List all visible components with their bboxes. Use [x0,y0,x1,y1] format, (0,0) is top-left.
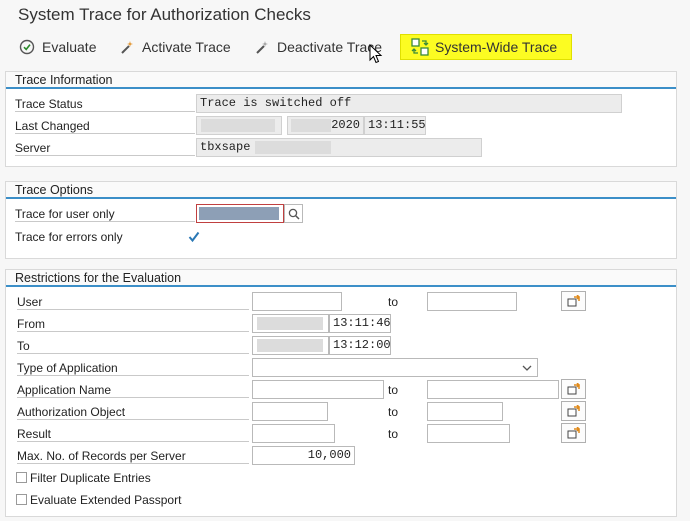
application-name-from-input[interactable] [252,380,384,399]
evaluate-label: Evaluate [42,39,97,55]
trace-options-header: Trace Options [6,182,676,199]
result-to-input[interactable] [427,424,510,443]
system-wide-trace-button[interactable]: System-Wide Trace [400,34,572,60]
redacted-text [199,207,279,220]
multiple-selection-button[interactable] [561,401,586,421]
last-changed-year: 2020 [331,118,360,132]
to-label: To [17,339,249,354]
max-records-label: Max. No. of Records per Server [17,449,249,464]
user-from-input[interactable] [252,292,342,311]
deactivate-trace-button[interactable]: Deactivate Trace [253,34,382,60]
search-icon [288,208,300,220]
application-name-to-label: to [388,383,399,397]
redacted-text [255,141,331,154]
trace-user-only-label: Trace for user only [15,207,195,222]
last-changed-date-field: 2020 [287,116,364,135]
activate-trace-button[interactable]: Activate Trace [118,34,231,60]
deactivate-trace-label: Deactivate Trace [277,39,383,55]
trace-information-group: Trace Information Trace Status Trace is … [5,71,677,167]
authorization-object-from-input[interactable] [252,402,328,421]
from-time-input[interactable]: 13:11:46 [329,314,391,333]
redacted-text [291,119,331,132]
system-trace-icon [411,38,429,56]
restrictions-group: Restrictions for the Evaluation User to … [5,269,677,517]
multiple-selection-button[interactable] [561,379,586,399]
redacted-text [257,339,323,352]
user-to-input[interactable] [427,292,517,311]
filter-duplicate-entries-checkbox[interactable] [16,472,27,483]
system-wide-trace-label: System-Wide Trace [435,39,558,55]
multiple-selection-icon [567,383,580,395]
restrictions-header: Restrictions for the Evaluation [6,270,676,287]
max-records-input[interactable]: 10,000 [252,446,355,465]
to-time-input[interactable]: 13:12:00 [329,336,391,355]
last-changed-label: Last Changed [15,119,195,134]
trace-errors-only-label: Trace for errors only [15,230,123,244]
server-value: tbxsape [200,140,251,154]
to-date-input[interactable] [252,336,329,355]
value-help-button[interactable] [284,204,303,223]
last-changed-user-field [196,116,282,135]
evaluate-button[interactable]: Evaluate [18,34,96,60]
multiple-selection-icon [567,295,580,307]
result-to-label: to [388,427,399,441]
window-title: System Trace for Authorization Checks [18,5,311,24]
evaluate-extended-passport-checkbox[interactable] [16,494,27,505]
type-of-application-label: Type of Application [17,361,249,376]
chevron-down-icon [522,365,532,371]
multiple-selection-button[interactable] [561,423,586,443]
authorization-object-to-label: to [388,405,399,419]
type-of-application-select[interactable] [252,358,538,377]
authorization-object-to-input[interactable] [427,402,503,421]
redacted-text [257,317,323,330]
mouse-cursor-icon [369,44,383,64]
evaluate-extended-passport-label: Evaluate Extended Passport [30,493,182,507]
application-name-to-input[interactable] [427,380,559,399]
checkmark-icon [188,231,200,243]
activate-trace-label: Activate Trace [142,39,231,55]
trace-errors-only-checkbox[interactable] [188,231,200,243]
trace-status-field: Trace is switched off [196,94,622,113]
filter-duplicate-entries-label: Filter Duplicate Entries [30,471,151,485]
user-to-label: to [388,295,399,309]
redacted-text [201,119,275,132]
last-changed-time-field: 13:11:55 [364,116,426,135]
multiple-selection-button[interactable] [561,291,586,311]
multiple-selection-icon [567,405,580,417]
magic-wand-icon [253,38,271,56]
result-from-input[interactable] [252,424,335,443]
from-date-input[interactable] [252,314,329,333]
magic-wand-icon [118,38,136,56]
multiple-selection-icon [567,427,580,439]
from-label: From [17,317,249,332]
evaluate-icon [18,38,36,56]
trace-information-header: Trace Information [6,72,676,89]
user-label: User [17,295,249,310]
trace-user-only-input[interactable] [196,204,284,223]
result-label: Result [17,427,249,442]
server-field: tbxsape [196,138,482,157]
server-label: Server [15,141,195,156]
toolbar: Evaluate Activate Trace Deactivate Trace… [0,30,690,62]
authorization-object-label: Authorization Object [17,405,249,420]
trace-status-label: Trace Status [15,97,195,112]
trace-options-group: Trace Options Trace for user only Trace … [5,181,677,259]
application-name-label: Application Name [17,383,249,398]
